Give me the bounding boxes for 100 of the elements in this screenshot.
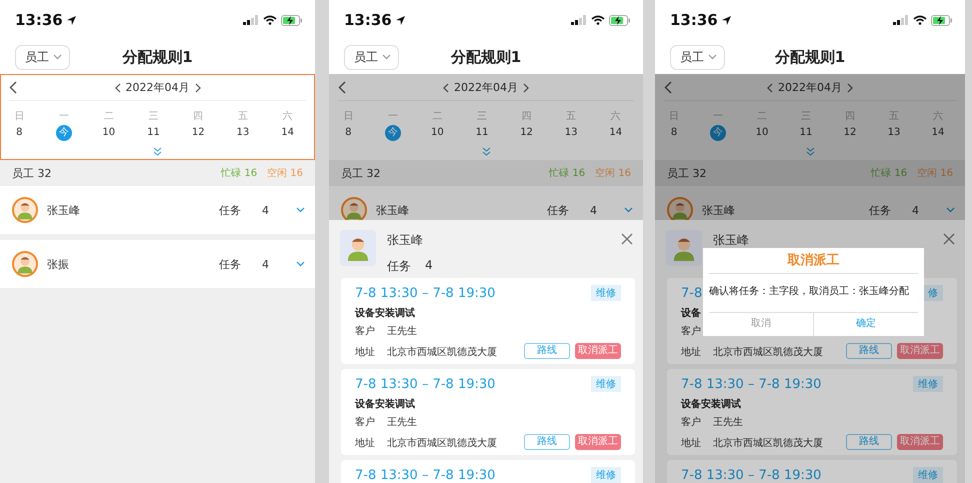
wifi-icon (263, 15, 277, 25)
weekday-label: 六 (610, 110, 622, 123)
weekday-label: 六 (282, 110, 294, 123)
status-time: 13:36 (344, 11, 392, 29)
day-cell[interactable]: 14 (608, 125, 624, 141)
employee-name: 张玉峰 (376, 202, 410, 218)
task-count: 4 (262, 204, 269, 216)
close-icon[interactable] (621, 233, 633, 245)
filter-dropdown[interactable]: 员工 (15, 44, 70, 70)
day-cell[interactable]: 10 (100, 125, 117, 141)
chevron-left-icon[interactable] (114, 82, 120, 92)
day-cell[interactable]: 8 (666, 125, 682, 141)
double-chevron-down-icon[interactable] (153, 147, 162, 156)
busy-count: 忙碌 16 (221, 166, 258, 180)
customer-name: 王先生 (713, 417, 743, 429)
day-cell[interactable]: 8 (340, 125, 356, 141)
page-title: 分配规则1 (122, 48, 193, 66)
signal-icon (571, 15, 587, 25)
field-label: 地址 (355, 438, 375, 450)
day-cell[interactable]: 11 (145, 125, 162, 141)
task-title: 设备 (681, 308, 701, 320)
address-text: 北京市西城区凯德茂大厦 (713, 347, 823, 359)
avatar (12, 197, 38, 223)
close-icon[interactable] (943, 233, 955, 245)
employee-name: 张玉峰 (702, 202, 736, 218)
task-label: 任务 (869, 202, 891, 218)
task-label: 任务 (547, 202, 569, 218)
status-time: 13:36 (670, 11, 718, 29)
weekday-label: 一 (386, 110, 399, 123)
day-cell[interactable]: 13 (886, 125, 902, 141)
day-cell[interactable]: 13 (563, 125, 580, 141)
page-title: 分配规则1 (450, 48, 522, 66)
field-label: 地址 (681, 438, 701, 450)
chevron-right-icon[interactable] (847, 82, 853, 92)
chevron-down-icon (382, 54, 391, 60)
filter-dropdown[interactable]: 员工 (344, 44, 399, 70)
day-cell[interactable]: 11 (474, 125, 490, 141)
task-label: 任务 (387, 258, 411, 275)
field-label: 客户 (681, 417, 701, 429)
month-label: 2022年04月 (126, 80, 190, 95)
task-title: 设备安装调试 (355, 399, 415, 411)
task-tag: 维修 (591, 285, 621, 301)
month-label: 2022年04月 (778, 80, 842, 95)
chevron-down-icon (296, 207, 305, 213)
field-label: 客户 (681, 326, 701, 338)
weekday-label: 三 (476, 110, 488, 123)
task-tag: 维修 (913, 376, 943, 392)
task-count: 4 (590, 204, 597, 216)
day-cell[interactable]: 14 (280, 125, 296, 141)
busy-count: 忙碌 16 (871, 166, 908, 180)
employee-row[interactable]: 张玉峰 任务 4 (0, 186, 315, 234)
weekday-label: 五 (236, 110, 249, 123)
month-label: 2022年04月 (454, 80, 518, 95)
employee-count: 员工 32 (12, 166, 52, 180)
chevron-right-icon[interactable] (194, 82, 200, 92)
employee-name: 张振 (47, 256, 70, 272)
task-time: 7-8 13:30 – 7-8 19:30 (681, 468, 822, 482)
employee-name: 张玉峰 (387, 232, 424, 249)
task-tag: 修 (923, 285, 943, 301)
weekday-label: 四 (520, 110, 533, 123)
chevron-left-icon[interactable] (443, 82, 449, 92)
back-icon[interactable] (664, 81, 672, 94)
back-icon[interactable] (338, 81, 346, 94)
employee-row[interactable]: 张振 任务 4 (0, 240, 315, 288)
address-text: 北京市西城区凯德茂大厦 (713, 438, 823, 450)
day-cell[interactable]: 11 (798, 125, 814, 141)
weekday-label: 日 (13, 110, 26, 123)
day-cell[interactable]: 8 (11, 125, 28, 141)
battery-charging-icon (931, 14, 953, 26)
employee-name: 张玉峰 (47, 202, 81, 218)
busy-count: 忙碌 16 (549, 166, 586, 180)
chevron-down-icon (946, 207, 955, 213)
free-count: 空闲 16 (267, 166, 303, 180)
day-cell[interactable]: 10 (429, 125, 446, 141)
field-label: 地址 (355, 347, 375, 359)
chevron-down-icon (624, 207, 633, 213)
chevron-right-icon[interactable] (523, 82, 529, 92)
day-cell[interactable]: 14 (930, 125, 946, 141)
task-time: 7-8 13:30 – 7-8 19:30 (355, 286, 496, 300)
back-icon[interactable] (9, 81, 17, 94)
chevron-left-icon[interactable] (767, 82, 773, 92)
task-count: 4 (262, 258, 269, 270)
chevron-down-icon (53, 54, 62, 60)
customer-name: 王先生 (387, 326, 417, 338)
day-cell[interactable]: 12 (518, 125, 535, 141)
free-count: 空闲 16 (595, 166, 631, 180)
day-cell[interactable]: 12 (190, 125, 206, 141)
avatar (341, 197, 367, 223)
wifi-icon (591, 15, 605, 25)
task-time: 7-8 13:30 – 7-8 19:30 (681, 376, 822, 392)
free-count: 空闲 16 (917, 166, 953, 180)
day-cell[interactable]: 13 (234, 125, 251, 141)
double-chevron-down-icon[interactable] (482, 147, 490, 156)
day-cell[interactable]: 10 (754, 125, 770, 141)
avatar (12, 251, 38, 277)
location-arrow-icon (394, 14, 406, 26)
filter-dropdown[interactable]: 员工 (670, 44, 725, 70)
chevron-down-icon (296, 261, 305, 267)
signal-icon (893, 15, 909, 25)
day-cell[interactable]: 12 (842, 125, 858, 141)
